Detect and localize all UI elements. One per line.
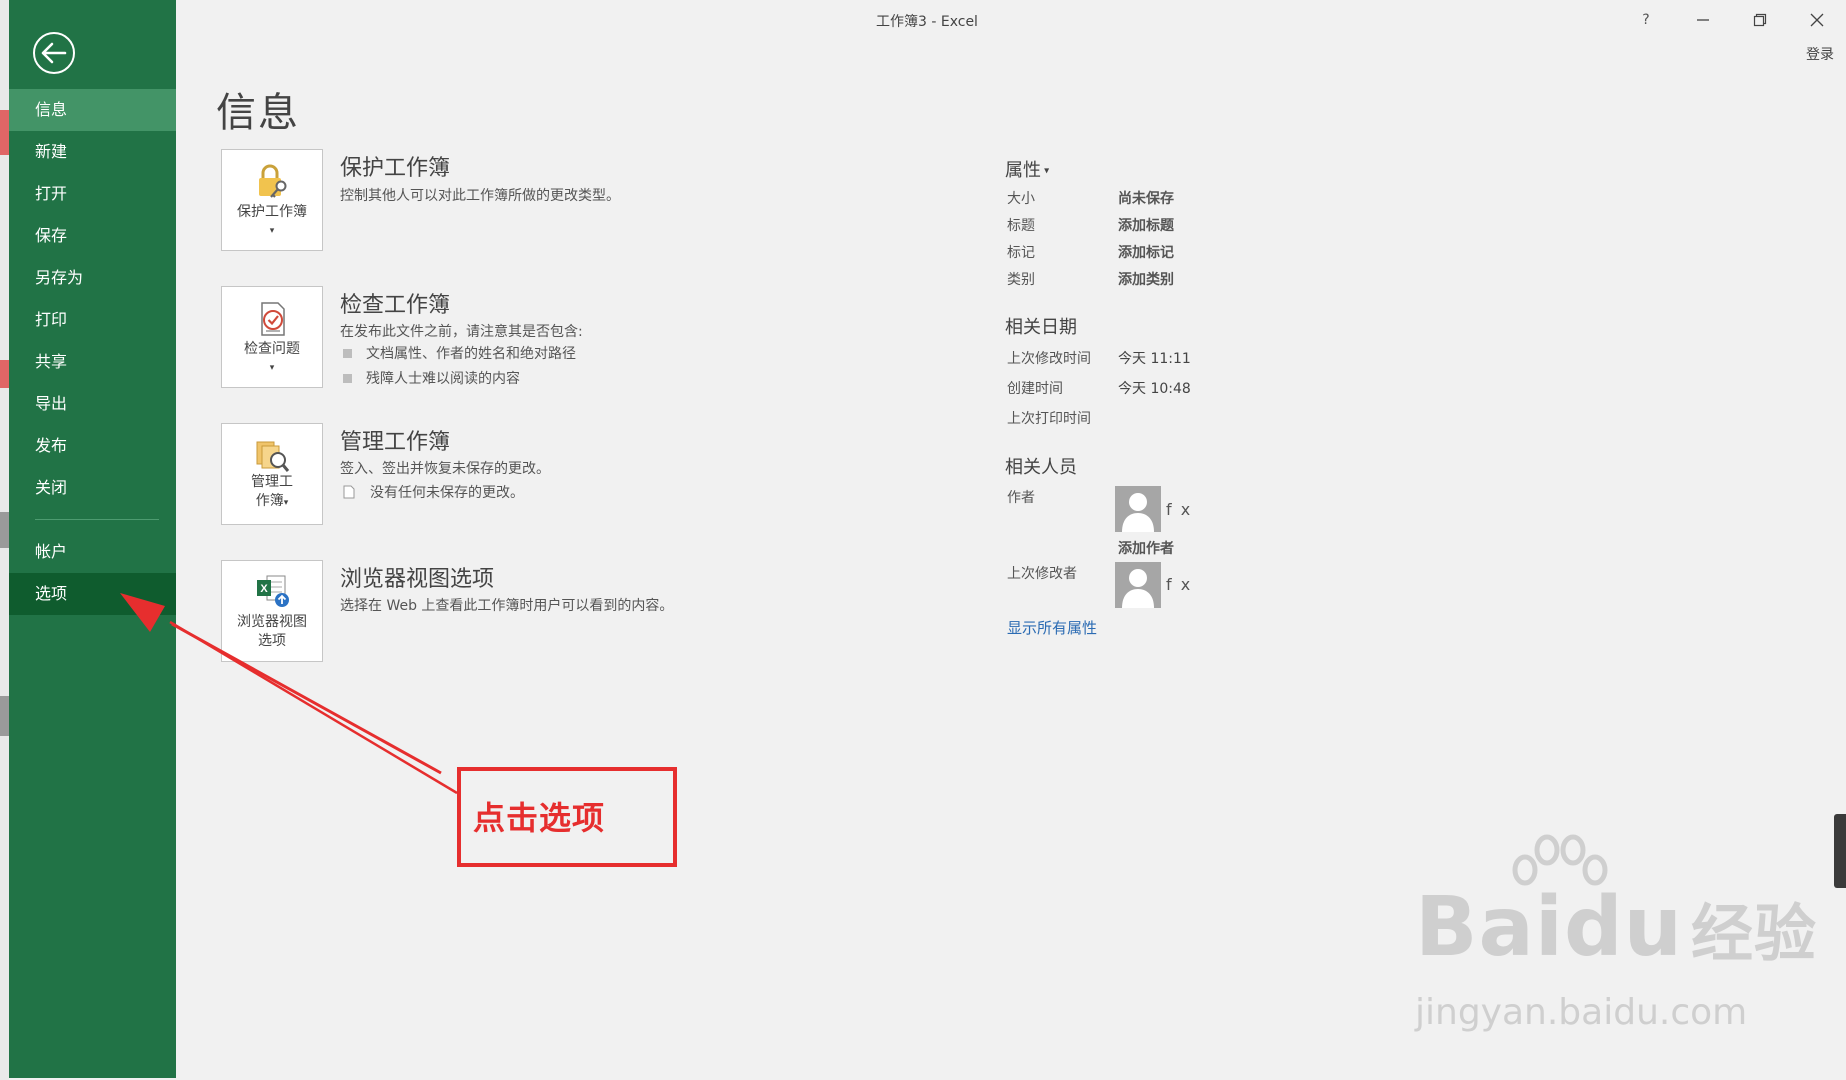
annotation-text: 点击选项 (473, 799, 606, 837)
watermark-brand-part: Bai (1415, 880, 1564, 975)
watermark-brand: Baidu 经验 (1415, 880, 1817, 975)
watermark-brand-tail: du (1563, 880, 1684, 975)
scroll-handle[interactable] (1834, 814, 1846, 888)
watermark-url: jingyan.baidu.com (1415, 992, 1748, 1033)
watermark-brand-cn: 经验 (1691, 897, 1818, 970)
excel-backstage-window: 信息 新建 打开 保存 另存为 打印 共享 导出 发布 关闭 帐户 选项 工作簿… (0, 0, 1846, 1080)
